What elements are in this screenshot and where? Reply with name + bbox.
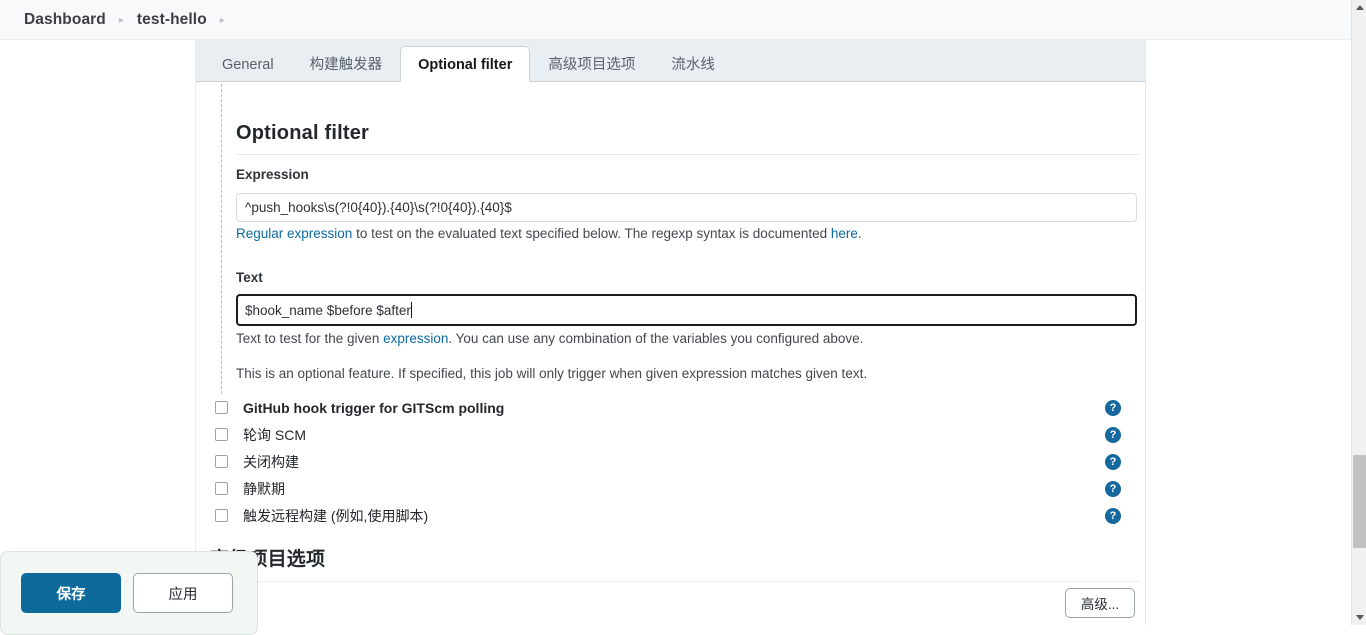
tab-pipeline[interactable]: 流水线 xyxy=(653,46,733,82)
text-help-end: . You can use any combination of the var… xyxy=(448,331,864,346)
page-body: General 构建触发器 Optional filter 高级项目选项 流水线… xyxy=(0,40,1351,635)
text-help-start: Text to test for the given xyxy=(236,331,384,346)
config-form-region: Optional filter Expression Regular expre… xyxy=(196,82,1145,625)
text-label: Text xyxy=(236,270,263,285)
checkbox-disable-build[interactable] xyxy=(215,455,228,468)
breadcrumb-item-test-hello[interactable]: test-hello xyxy=(137,11,207,29)
expression-help-text: Regular expression to test on the evalua… xyxy=(236,225,862,242)
browser-vertical-scrollbar[interactable] xyxy=(1351,0,1366,625)
scroll-up-arrow-icon[interactable] xyxy=(1352,0,1366,15)
config-tab-strip: General 构建触发器 Optional filter 高级项目选项 流水线 xyxy=(196,40,1145,82)
checkbox-quiet-period[interactable] xyxy=(215,482,228,495)
breadcrumb-separator-icon: ▸ xyxy=(118,15,124,26)
expression-label: Expression xyxy=(236,167,309,182)
help-icon-remote-build[interactable]: ? xyxy=(1105,507,1121,524)
help-icon-quiet-period[interactable]: ? xyxy=(1105,480,1121,497)
breadcrumb-item-dashboard[interactable]: Dashboard xyxy=(24,11,106,29)
expression-help-end: . xyxy=(857,226,862,241)
checkbox-poll-scm[interactable] xyxy=(215,428,228,441)
text-input-field[interactable]: $hook_name $before $after xyxy=(236,294,1137,326)
optional-feature-note: This is an optional feature. If specifie… xyxy=(236,366,868,381)
expression-input[interactable] xyxy=(236,193,1137,222)
breadcrumb-bar: Dashboard ▸ test-hello ▸ xyxy=(0,0,1351,40)
section-dashed-rail xyxy=(221,84,222,394)
trigger-row-quiet-period: 静默期 ? xyxy=(210,475,1139,502)
expression-help-middle: to test on the evaluated text specified … xyxy=(352,226,831,241)
trigger-label-poll-scm[interactable]: 轮询 SCM xyxy=(243,425,306,445)
trigger-label-quiet-period[interactable]: 静默期 xyxy=(243,479,285,499)
advanced-button[interactable]: 高级... xyxy=(1065,588,1135,618)
optional-filter-heading: Optional filter xyxy=(236,122,1139,155)
tab-build-triggers[interactable]: 构建触发器 xyxy=(292,46,401,82)
apply-button[interactable]: 应用 xyxy=(133,573,233,613)
save-button[interactable]: 保存 xyxy=(21,573,121,613)
trigger-row-github-hook: GitHub hook trigger for GITScm polling ? xyxy=(210,394,1139,421)
trigger-row-disable-build: 关闭构建 ? xyxy=(210,448,1139,475)
tab-advanced-project-options[interactable]: 高级项目选项 xyxy=(530,46,653,82)
sticky-save-bar: 保存 应用 xyxy=(0,551,258,635)
scrollbar-thumb[interactable] xyxy=(1353,455,1366,548)
text-cursor xyxy=(410,302,412,318)
panel-scroll-area[interactable] xyxy=(1141,124,1145,625)
scroll-down-arrow-icon[interactable] xyxy=(1352,610,1366,625)
breadcrumb-separator-icon-2: ▸ xyxy=(219,15,225,26)
trigger-label-disable-build[interactable]: 关闭构建 xyxy=(243,452,299,472)
help-icon-poll-scm[interactable]: ? xyxy=(1105,426,1121,443)
regexp-syntax-here-link[interactable]: here xyxy=(831,226,858,241)
advanced-project-options-heading: 高级项目选项 xyxy=(210,544,1139,582)
tab-optional-filter[interactable]: Optional filter xyxy=(400,46,531,82)
text-input-value: $hook_name $before $after xyxy=(245,302,411,318)
help-icon-disable-build[interactable]: ? xyxy=(1105,453,1121,470)
job-config-panel: General 构建触发器 Optional filter 高级项目选项 流水线… xyxy=(195,40,1146,625)
regular-expression-link[interactable]: Regular expression xyxy=(236,226,352,241)
trigger-label-github-hook[interactable]: GitHub hook trigger for GITScm polling xyxy=(243,400,504,416)
trigger-row-poll-scm: 轮询 SCM ? xyxy=(210,421,1139,448)
help-icon-github-hook[interactable]: ? xyxy=(1105,399,1121,416)
checkbox-trigger-remote-build[interactable] xyxy=(215,509,228,522)
checkbox-github-hook-trigger[interactable] xyxy=(215,401,228,414)
text-help-text: Text to test for the given expression. Y… xyxy=(236,330,863,347)
expression-link[interactable]: expression xyxy=(383,331,448,346)
trigger-row-remote-build: 触发远程构建 (例如,使用脚本) ? xyxy=(210,502,1139,529)
trigger-label-remote-build[interactable]: 触发远程构建 (例如,使用脚本) xyxy=(243,506,428,526)
tab-general[interactable]: General xyxy=(204,46,292,82)
